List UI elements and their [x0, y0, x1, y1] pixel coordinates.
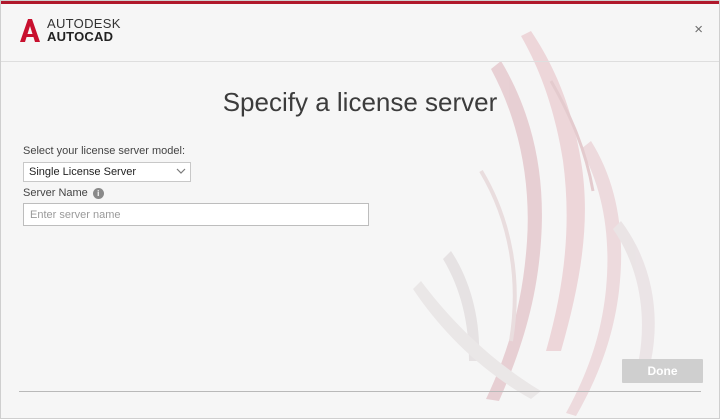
footer-divider [19, 391, 701, 392]
header-divider [1, 61, 719, 62]
server-name-label-row: Server Name i [23, 187, 104, 199]
server-name-label: Server Name [23, 187, 88, 199]
brand-line-autocad: AUTOCAD [47, 29, 114, 44]
autocad-a-logo-icon [20, 19, 40, 42]
close-icon[interactable]: × [694, 21, 703, 38]
autodesk-autocad-logo: AUTODESK AUTOCAD [19, 17, 121, 43]
server-name-input[interactable] [23, 203, 369, 226]
top-accent-bar [1, 1, 719, 4]
info-icon[interactable]: i [92, 187, 104, 199]
license-model-selected-value: Single License Server [29, 166, 137, 178]
chevron-down-icon [176, 168, 186, 174]
license-server-dialog: AUTODESK AUTOCAD × Specify a license ser… [0, 0, 720, 419]
page-title: Specify a license server [222, 87, 498, 117]
close-button[interactable]: × [694, 22, 703, 37]
license-model-label: Select your license server model: [23, 145, 186, 157]
license-model-select[interactable]: Single License Server [23, 162, 191, 182]
done-button[interactable]: Done [622, 359, 703, 383]
info-icon-glyph: i [97, 188, 100, 198]
